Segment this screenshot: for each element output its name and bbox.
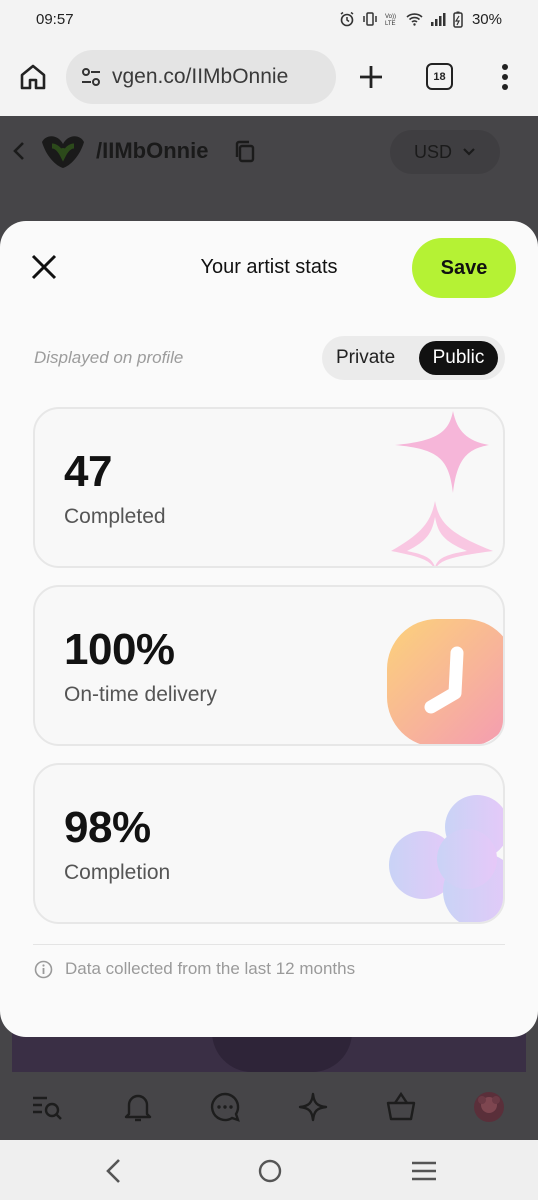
app-bottom-nav: [0, 1072, 538, 1140]
currency-label: USD: [413, 141, 452, 162]
chevron-left-icon[interactable]: [12, 140, 26, 162]
signal-icon: [430, 13, 446, 26]
status-icons: Vo)) LTE 30%: [339, 11, 502, 28]
address-bar[interactable]: vgen.co/IIMbOnnie: [66, 50, 336, 104]
svg-text:Vo)): Vo)): [385, 14, 396, 20]
url-text[interactable]: vgen.co/IIMbOnnie: [112, 65, 288, 89]
alarm-icon: [340, 11, 354, 27]
chat-icon[interactable]: [208, 1090, 242, 1124]
stat-value: 98%: [64, 803, 151, 852]
basket-icon[interactable]: [384, 1090, 418, 1124]
plus-icon[interactable]: [356, 62, 386, 92]
recents-nav-icon[interactable]: [410, 1158, 438, 1184]
visibility-toggle[interactable]: Private Public: [322, 336, 505, 380]
sparkle-icon: [391, 411, 493, 566]
battery-percent: 30%: [471, 10, 502, 28]
copy-icon[interactable]: [234, 140, 256, 164]
stat-value: 47: [64, 447, 112, 496]
currency-selector[interactable]: USD: [390, 130, 500, 174]
chevron-down-icon: [463, 148, 475, 156]
stat-card-completed: 47 Completed: [33, 407, 505, 568]
battery-icon: [453, 11, 463, 28]
vgen-logo: [42, 136, 84, 168]
displayed-on-profile-label: Displayed on profile: [34, 348, 184, 367]
wifi-icon: [406, 13, 423, 26]
info-icon: [34, 960, 53, 978]
home-nav-icon[interactable]: [256, 1158, 284, 1184]
stat-label: Completed: [64, 505, 166, 528]
svg-text:LTE: LTE: [385, 21, 396, 27]
status-bar: 09:57 Vo)) LTE 30%: [0, 0, 538, 38]
clock-icon: [387, 619, 503, 744]
volte-icon: Vo))LTE: [385, 14, 396, 27]
info-text: Data collected from the last 12 months: [65, 959, 356, 978]
info-note: Data collected from the last 12 months: [34, 959, 355, 979]
stat-label: Completion: [64, 861, 171, 884]
system-nav-bar: [0, 1140, 538, 1200]
browser-toolbar: vgen.co/IIMbOnnie 18: [0, 38, 538, 116]
flower-icon: [389, 795, 503, 922]
search-list-icon[interactable]: [30, 1090, 64, 1124]
stat-label: On-time delivery: [64, 683, 217, 706]
stat-card-completion: 98% Completion: [33, 763, 505, 924]
sparkle-icon[interactable]: [296, 1090, 330, 1124]
stat-value: 100%: [64, 625, 175, 674]
status-time: 09:57: [36, 10, 74, 28]
tune-icon[interactable]: [80, 66, 102, 88]
toggle-private-option[interactable]: Private: [336, 347, 395, 369]
home-icon[interactable]: [18, 62, 48, 92]
back-nav-icon[interactable]: [100, 1158, 128, 1184]
profile-handle: /IIMbOnnie: [96, 138, 209, 163]
avatar[interactable]: [472, 1090, 506, 1124]
toggle-public-option[interactable]: Public: [419, 341, 498, 375]
stat-card-on-time-delivery: 100% On-time delivery: [33, 585, 505, 746]
page-header: /IIMbOnnie USD: [0, 116, 538, 186]
bell-icon[interactable]: [121, 1090, 155, 1124]
tab-switcher-button[interactable]: 18: [426, 63, 453, 90]
save-button[interactable]: Save: [412, 238, 516, 298]
artist-stats-modal: Your artist stats Save Displayed on prof…: [0, 221, 538, 1037]
vibrate-icon: [363, 12, 377, 26]
divider: [33, 944, 505, 945]
more-vert-icon[interactable]: [496, 62, 514, 92]
